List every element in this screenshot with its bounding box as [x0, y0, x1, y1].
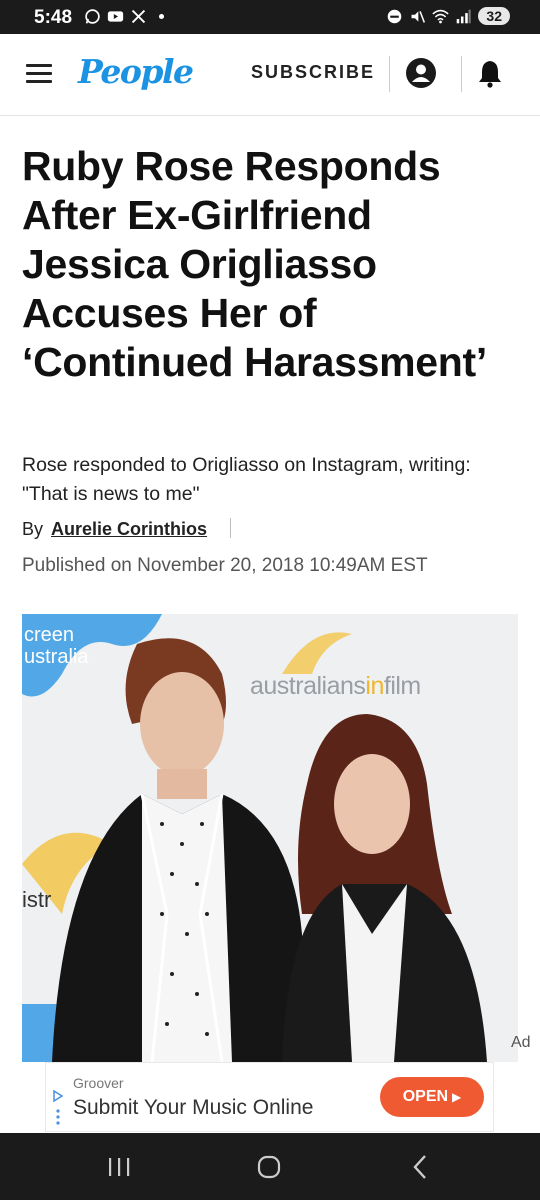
system-nav-bar: [0, 1133, 540, 1200]
dnd-icon: [388, 9, 402, 23]
byline: By Aurelie Corinthios: [22, 519, 207, 540]
byline-by: By: [22, 519, 44, 539]
mute-icon: [411, 10, 426, 23]
wifi-icon: [432, 9, 450, 23]
play-arrow-icon: ▶: [452, 1090, 462, 1104]
recents-icon[interactable]: [107, 1157, 131, 1177]
system-icons: 32: [386, 7, 510, 25]
photo-watermark-mid: istr: [22, 887, 52, 912]
youtube-icon: [107, 11, 124, 22]
home-icon[interactable]: [257, 1155, 281, 1179]
publish-date: Published on November 20, 2018 10:49AM E…: [22, 555, 428, 576]
article-photo[interactable]: creen ustralia australiansinfilm istr: [22, 614, 518, 1062]
whatsapp-icon: [85, 9, 100, 24]
ad-headline[interactable]: Submit Your Music Online: [73, 1096, 313, 1120]
article-title: Ruby Rose Responds After Ex-Girlfriend J…: [22, 143, 487, 385]
dot-icon: [158, 13, 165, 20]
status-bar: 5:48 32: [0, 0, 540, 34]
menu-icon[interactable]: [26, 64, 52, 84]
header-divider: [461, 56, 462, 92]
ad-banner[interactable]: Groover Submit Your Music Online OPEN ▶: [45, 1062, 494, 1132]
header-divider: [389, 56, 390, 92]
ad-open-button[interactable]: OPEN ▶: [380, 1077, 484, 1117]
x-icon: [131, 9, 146, 24]
ad-label: Ad: [511, 1034, 531, 1051]
author-link[interactable]: Aurelie Corinthios: [51, 519, 207, 539]
photo-watermark-left: creen ustralia: [24, 624, 89, 668]
ad-sponsor: Groover: [73, 1075, 124, 1091]
byline-divider: [230, 518, 231, 538]
status-time: 5:48: [34, 7, 73, 28]
signal-icon: [457, 9, 472, 23]
subscribe-button[interactable]: SUBSCRIBE: [251, 62, 375, 83]
battery-indicator: 32: [478, 7, 510, 25]
site-header: People SUBSCRIBE: [0, 34, 540, 116]
article-dek: Rose responded to Origliasso on Instagra…: [22, 454, 471, 505]
notification-icons: [84, 8, 170, 25]
back-icon[interactable]: [410, 1154, 430, 1180]
photo-watermark-right: australiansinfilm: [250, 672, 421, 700]
people-logo[interactable]: People: [78, 52, 194, 91]
account-icon[interactable]: [405, 57, 437, 89]
bell-icon[interactable]: [477, 58, 503, 88]
adchoices-icon[interactable]: [52, 1089, 64, 1129]
